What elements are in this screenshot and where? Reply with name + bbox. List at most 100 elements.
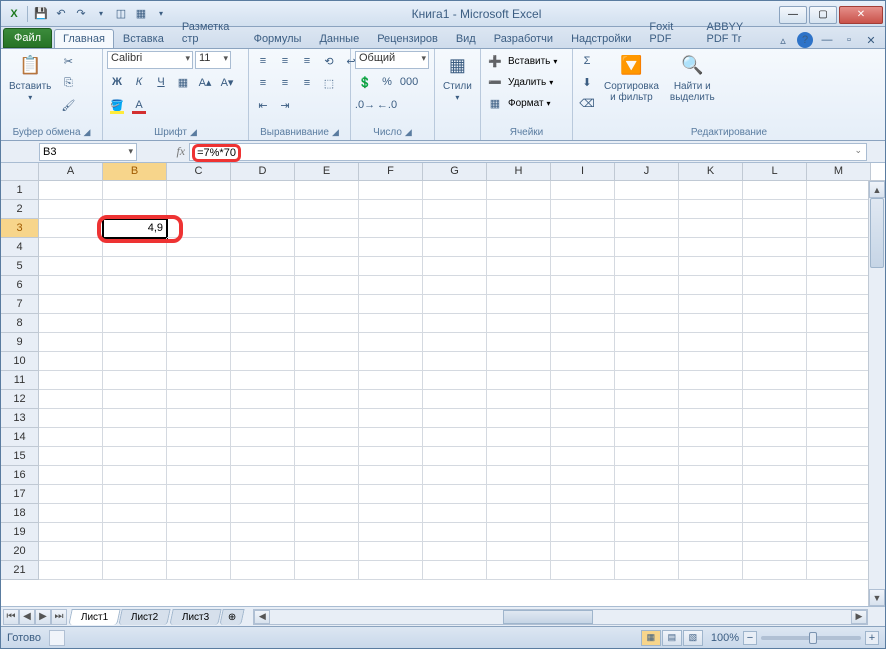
file-tab[interactable]: Файл [3,28,52,48]
excel-app-icon[interactable]: X [5,5,23,23]
cell-J6[interactable] [615,276,679,295]
cell-H20[interactable] [487,542,551,561]
row-header-8[interactable]: 8 [1,314,39,333]
zoom-slider[interactable] [761,636,861,640]
cell-I19[interactable] [551,523,615,542]
cell-L5[interactable] [743,257,807,276]
vertical-scrollbar[interactable]: ▲ ▼ [868,181,885,606]
cell-I9[interactable] [551,333,615,352]
cell-I10[interactable] [551,352,615,371]
cell-C9[interactable] [167,333,231,352]
qat-extra1-icon[interactable]: ◫ [112,5,130,23]
maximize-button[interactable]: ▢ [809,6,837,24]
tab-developer[interactable]: Разработчи [485,29,562,48]
row-header-16[interactable]: 16 [1,466,39,485]
cell-F14[interactable] [359,428,423,447]
cell-L9[interactable] [743,333,807,352]
cell-K10[interactable] [679,352,743,371]
cell-J7[interactable] [615,295,679,314]
vertical-scroll-thumb[interactable] [870,198,884,268]
row-header-18[interactable]: 18 [1,504,39,523]
cell-I7[interactable] [551,295,615,314]
cell-M1[interactable] [807,181,871,200]
cell-E19[interactable] [295,523,359,542]
cell-G8[interactable] [423,314,487,333]
cell-B2[interactable] [103,200,167,219]
cell-E9[interactable] [295,333,359,352]
insert-cells-button[interactable]: Вставить [508,56,550,67]
cell-L19[interactable] [743,523,807,542]
row-header-14[interactable]: 14 [1,428,39,447]
cell-L12[interactable] [743,390,807,409]
cell-J21[interactable] [615,561,679,580]
row-header-5[interactable]: 5 [1,257,39,276]
cell-G6[interactable] [423,276,487,295]
cell-J12[interactable] [615,390,679,409]
merge-cells-icon[interactable]: ⬚ [319,73,339,93]
align-bottom-icon[interactable]: ≡ [297,51,317,71]
tab-insert[interactable]: Вставка [114,29,173,48]
cell-H16[interactable] [487,466,551,485]
cell-I5[interactable] [551,257,615,276]
cell-G16[interactable] [423,466,487,485]
cell-B13[interactable] [103,409,167,428]
currency-icon[interactable]: 💲 [355,72,375,92]
cell-M7[interactable] [807,295,871,314]
orientation-icon[interactable]: ⟲ [319,51,339,71]
cell-M4[interactable] [807,238,871,257]
cell-K20[interactable] [679,542,743,561]
cell-I4[interactable] [551,238,615,257]
cell-G21[interactable] [423,561,487,580]
column-header-E[interactable]: E [295,163,359,180]
cell-H11[interactable] [487,371,551,390]
cell-F7[interactable] [359,295,423,314]
cell-H15[interactable] [487,447,551,466]
sheet-tab-3[interactable]: Лист3 [169,609,222,625]
insert-cells-icon[interactable]: ➕ [485,51,505,71]
cell-A15[interactable] [39,447,103,466]
cell-E7[interactable] [295,295,359,314]
scroll-up-icon[interactable]: ▲ [869,181,885,198]
cell-K4[interactable] [679,238,743,257]
cell-F1[interactable] [359,181,423,200]
cell-E2[interactable] [295,200,359,219]
undo-icon[interactable]: ↶ [52,5,70,23]
cell-H2[interactable] [487,200,551,219]
tab-home[interactable]: Главная [54,29,114,48]
decrease-indent-icon[interactable]: ⇤ [253,95,273,115]
cell-B7[interactable] [103,295,167,314]
cell-K9[interactable] [679,333,743,352]
cell-F3[interactable] [359,219,423,238]
column-header-F[interactable]: F [359,163,423,180]
minimize-button[interactable]: — [779,6,807,24]
scroll-left-icon[interactable]: ◀ [254,610,270,624]
cell-A1[interactable] [39,181,103,200]
cell-J10[interactable] [615,352,679,371]
tab-addins[interactable]: Надстройки [562,29,640,48]
column-header-G[interactable]: G [423,163,487,180]
cell-I18[interactable] [551,504,615,523]
cell-G12[interactable] [423,390,487,409]
cell-H19[interactable] [487,523,551,542]
underline-button[interactable]: Ч [151,72,171,92]
cell-H21[interactable] [487,561,551,580]
horizontal-scroll-thumb[interactable] [503,610,593,624]
cell-C8[interactable] [167,314,231,333]
format-painter-icon[interactable]: 🖌 [58,95,78,115]
cell-B9[interactable] [103,333,167,352]
cell-L11[interactable] [743,371,807,390]
cell-E11[interactable] [295,371,359,390]
cell-C15[interactable] [167,447,231,466]
cell-C12[interactable] [167,390,231,409]
cell-B19[interactable] [103,523,167,542]
cell-D10[interactable] [231,352,295,371]
format-cells-button[interactable]: Формат [508,98,544,109]
cell-E15[interactable] [295,447,359,466]
cell-D5[interactable] [231,257,295,276]
cell-L14[interactable] [743,428,807,447]
cell-C1[interactable] [167,181,231,200]
cell-G10[interactable] [423,352,487,371]
cell-A6[interactable] [39,276,103,295]
cell-M12[interactable] [807,390,871,409]
cut-icon[interactable]: ✂ [58,51,78,71]
